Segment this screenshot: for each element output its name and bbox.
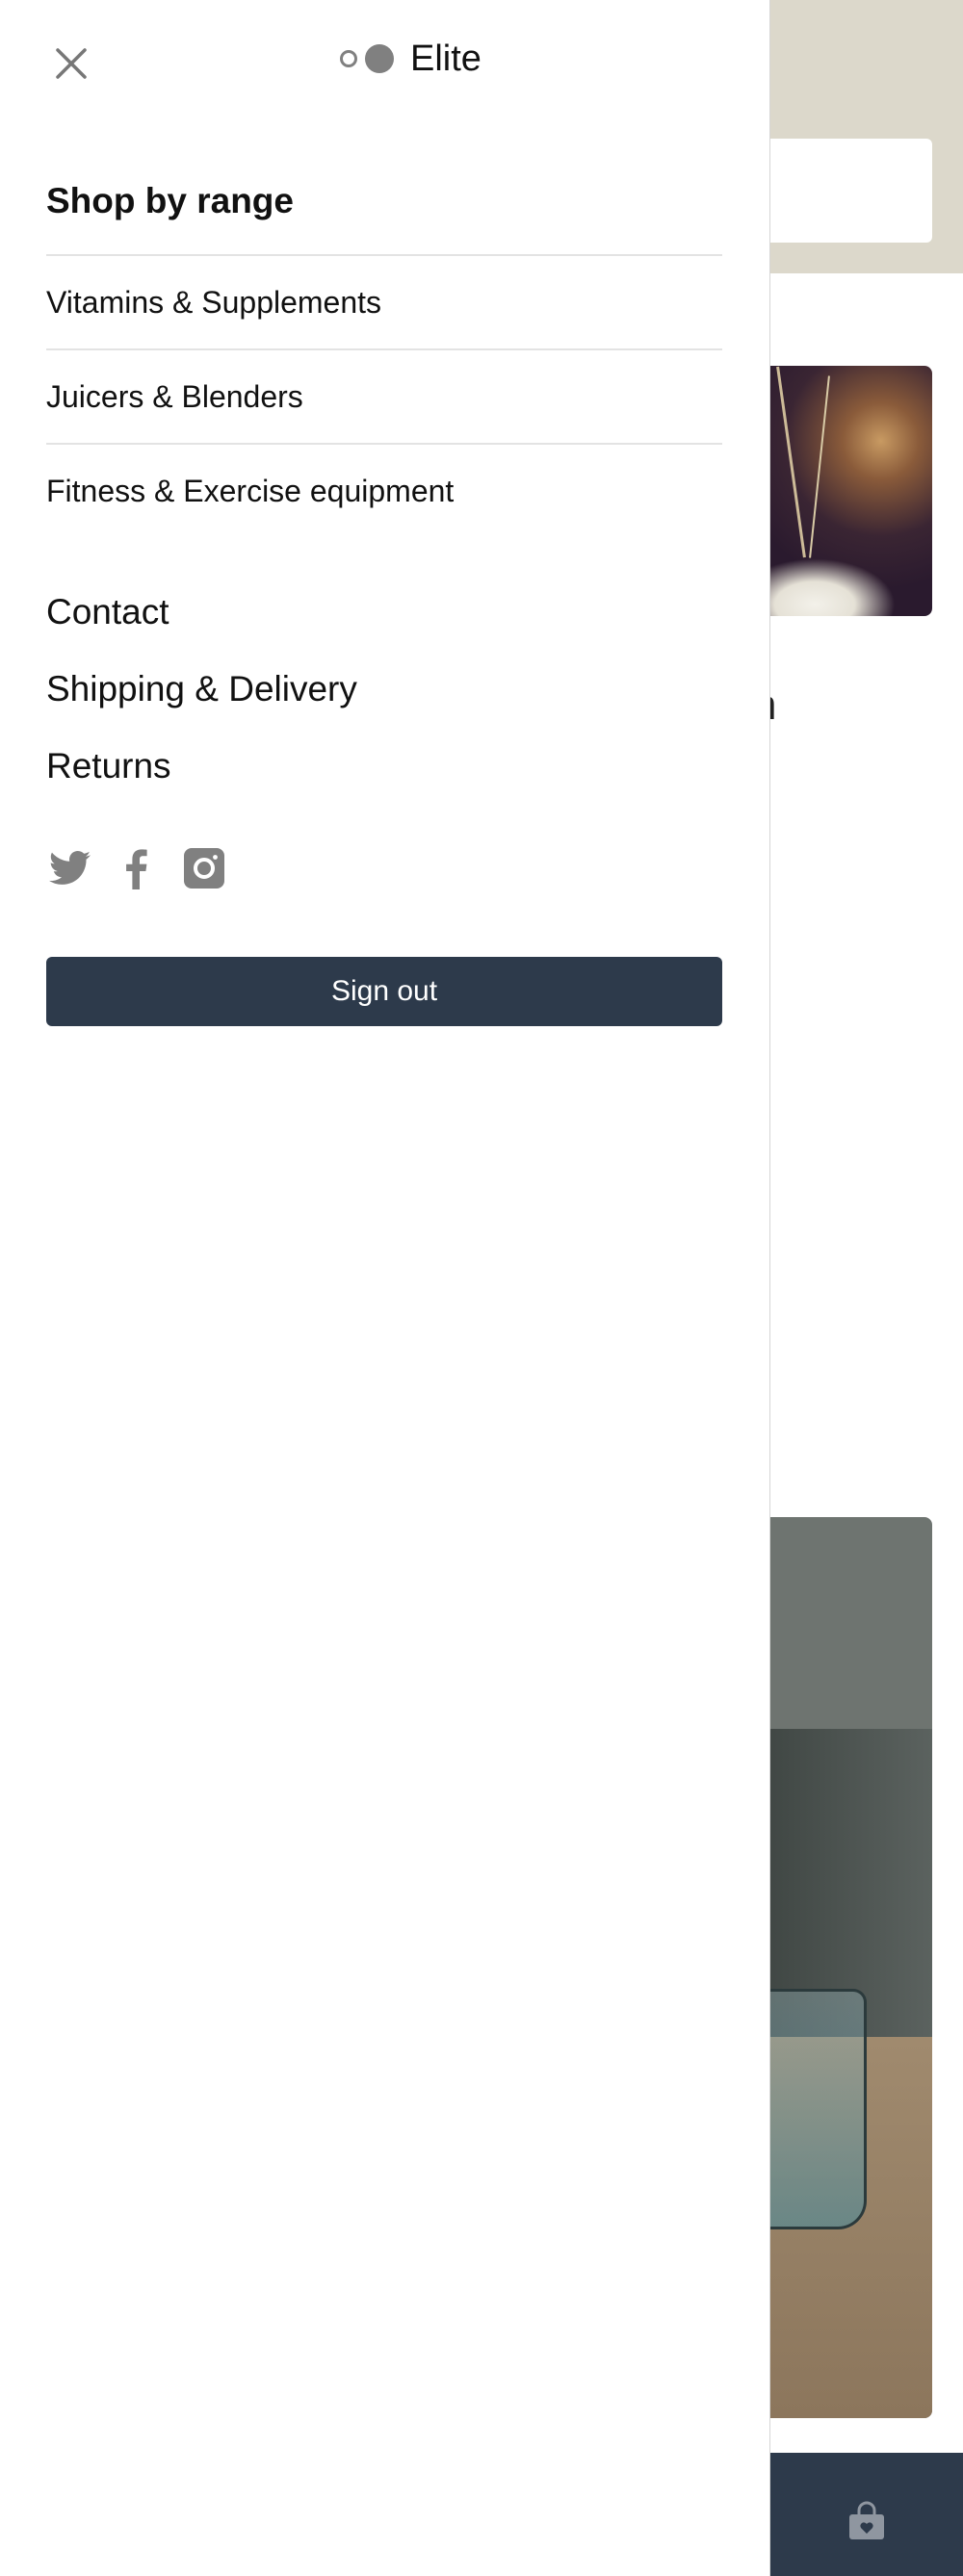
photo-detail bbox=[776, 366, 806, 558]
shipping-delivery-link[interactable]: Shipping & Delivery bbox=[46, 651, 357, 728]
navigation-drawer: Elite Shop by range Vitamins & Supplemen… bbox=[0, 0, 770, 2576]
photo-detail bbox=[761, 1989, 867, 2229]
info-links: Contact Shipping & Delivery Returns bbox=[46, 574, 357, 805]
photo-detail bbox=[809, 375, 830, 558]
brand-logo[interactable]: Elite bbox=[339, 35, 482, 83]
close-icon bbox=[56, 48, 87, 79]
logo-mark-icon bbox=[340, 44, 394, 73]
range-item-vitamins-supplements[interactable]: Vitamins & Supplements bbox=[46, 254, 722, 348]
photo-detail bbox=[761, 558, 896, 616]
brand-name: Elite bbox=[410, 38, 482, 79]
range-list: Vitamins & Supplements Juicers & Blender… bbox=[46, 254, 722, 537]
product-image-glass[interactable] bbox=[761, 1517, 932, 2418]
facebook-icon[interactable] bbox=[114, 845, 160, 891]
sign-out-button[interactable]: Sign out bbox=[46, 957, 722, 1026]
hero-search-box[interactable] bbox=[761, 139, 932, 243]
close-menu-button[interactable] bbox=[50, 42, 92, 85]
range-item-juicers-blenders[interactable]: Juicers & Blenders bbox=[46, 348, 722, 443]
twitter-icon[interactable] bbox=[46, 845, 92, 891]
product-image-flowers[interactable] bbox=[761, 366, 932, 616]
instagram-icon[interactable] bbox=[181, 845, 227, 891]
social-links bbox=[46, 845, 227, 891]
range-item-fitness-equipment[interactable]: Fitness & Exercise equipment bbox=[46, 443, 722, 537]
returns-link[interactable]: Returns bbox=[46, 728, 357, 805]
contact-link[interactable]: Contact bbox=[46, 574, 357, 651]
shop-by-range-heading: Shop by range bbox=[46, 181, 294, 220]
shopping-bag-icon[interactable] bbox=[846, 2501, 888, 2539]
